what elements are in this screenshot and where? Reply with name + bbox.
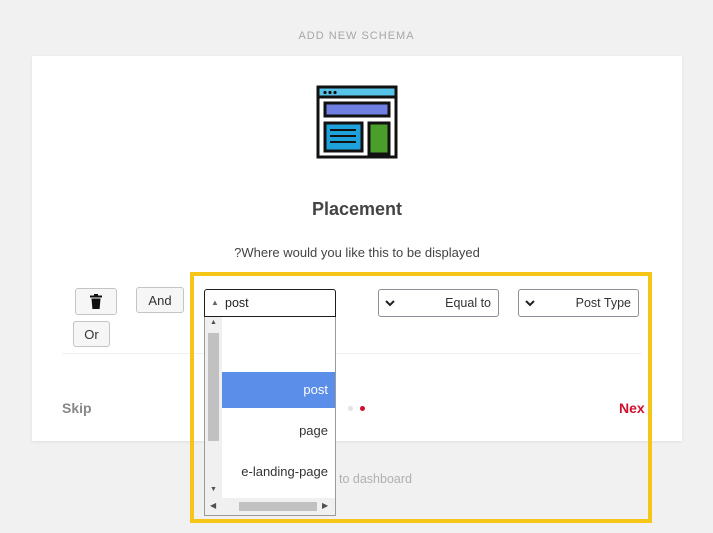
- step-dot: [348, 406, 353, 411]
- scrollbar-thumb[interactable]: [239, 502, 317, 511]
- scroll-up-icon[interactable]: ▲: [205, 319, 222, 326]
- step-dot-active: [360, 406, 365, 411]
- and-button[interactable]: And: [136, 287, 184, 313]
- dropdown-option-page[interactable]: page: [222, 413, 335, 449]
- scroll-down-icon[interactable]: ▼: [205, 486, 222, 493]
- next-link[interactable]: Nex: [619, 400, 645, 416]
- operator-select-value: Equal to: [445, 296, 491, 310]
- wizard-card: Placement Where would you like this to b…: [32, 56, 682, 516]
- chevron-up-icon: ▲: [211, 298, 219, 307]
- horizontal-scrollbar[interactable]: ◀ ▶: [205, 498, 335, 515]
- scrollbar-thumb[interactable]: [208, 333, 219, 441]
- rule-type-select[interactable]: Post Type: [518, 289, 639, 317]
- vertical-scrollbar[interactable]: ▲ ▼: [205, 317, 222, 498]
- webpage-layout-icon: [316, 85, 398, 159]
- scroll-right-icon[interactable]: ▶: [322, 501, 328, 510]
- page-heading: ADD NEW SCHEMA: [298, 30, 415, 42]
- step-title: Placement: [311, 199, 403, 219]
- skip-link[interactable]: Skip: [62, 400, 92, 416]
- scroll-left-icon[interactable]: ◀: [210, 501, 216, 510]
- delete-rule-button[interactable]: [75, 288, 117, 315]
- post-type-select-value: post: [225, 296, 249, 310]
- post-type-select[interactable]: ▲ post: [204, 289, 336, 317]
- operator-select[interactable]: Equal to: [378, 289, 499, 317]
- divider: [62, 353, 642, 354]
- back-to-dashboard-link[interactable]: to dashboard: [339, 472, 412, 486]
- dropdown-option-post[interactable]: post: [222, 372, 335, 408]
- trash-icon: [90, 294, 102, 309]
- dropdown-option-e-landing-page[interactable]: e-landing-page: [222, 454, 335, 490]
- rule-type-select-value: Post Type: [575, 296, 631, 310]
- step-subtitle: Where would you like this to be displaye…: [234, 245, 480, 260]
- chevron-down-icon: [385, 300, 395, 307]
- post-type-dropdown-list[interactable]: ▲ ▼ post page e-landing-page elementor_l…: [204, 317, 336, 516]
- or-button[interactable]: Or: [73, 321, 110, 347]
- chevron-down-icon: [525, 300, 535, 307]
